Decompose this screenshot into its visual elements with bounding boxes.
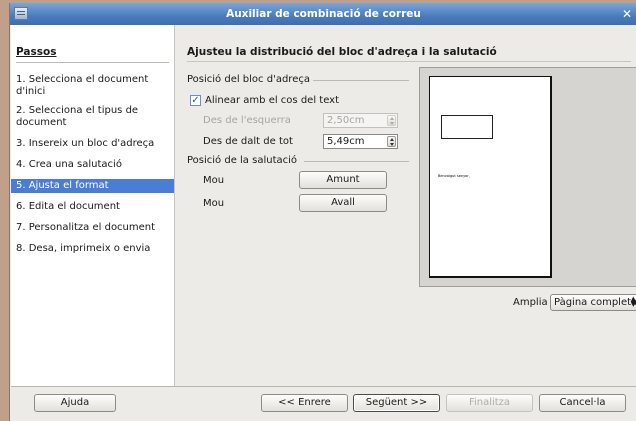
steps-panel: Passos 1. Selecciona el document d'inici… (11, 25, 175, 387)
page-title: Ajusteu la distribució del bloc d'adreça… (187, 46, 497, 58)
salutation-position-group-label: Posició de la salutació (187, 155, 298, 166)
next-button[interactable]: Següent >> (353, 394, 440, 412)
mail-merge-wizard-window: Auxiliar de combinació de correu ✕ Passo… (9, 3, 636, 421)
zoom-value[interactable]: Pàgina completa (554, 297, 636, 308)
step-item-save-print-send[interactable]: 8. Desa, imprimeix o envia (11, 242, 174, 256)
close-icon[interactable]: ✕ (620, 7, 634, 21)
window-title: Auxiliar de combinació de correu (226, 8, 421, 20)
align-with-body-label[interactable]: Alinear amb el cos del text (205, 95, 339, 106)
from-left-label: Des de l'esquerra (203, 115, 291, 126)
title-bar[interactable]: Auxiliar de combinació de correu ✕ (10, 3, 636, 25)
from-left-value: 2,50cm (327, 115, 365, 126)
zoom-select[interactable]: Pàgina completa ▲ ▼ (550, 294, 636, 311)
from-left-spin-arrows (387, 115, 396, 126)
address-position-group-label: Posició del bloc d'adreça (187, 74, 310, 85)
move-down-button[interactable]: Avall (299, 194, 387, 212)
help-button[interactable]: Ajuda (34, 394, 116, 412)
step-item-create-salutation[interactable]: 4. Crea una salutació (11, 158, 174, 172)
preview-salutation: Benvolgut senyor, (438, 174, 470, 178)
from-top-spin-arrows[interactable] (387, 136, 396, 147)
preview-address-block (441, 115, 493, 139)
align-with-body-checkbox[interactable]: ✓ (190, 95, 201, 106)
step-item-personalize-document[interactable]: 7. Personalitza el document (11, 221, 174, 235)
step-item-adjust-layout[interactable]: 5. Ajusta el format (11, 179, 174, 193)
move-up-label: Mou (203, 175, 225, 186)
select-arrows-icon[interactable]: ▲ ▼ (631, 296, 636, 308)
step-item-select-starting-document[interactable]: 1. Selecciona el document d'inici (11, 73, 174, 99)
salutation-group-divider (304, 161, 409, 162)
step-item-insert-address-block[interactable]: 3. Insereix un bloc d'adreça (11, 137, 174, 151)
from-top-value[interactable]: 5,49cm (327, 136, 365, 147)
cancel-button[interactable]: Cancel·la (539, 394, 626, 412)
step-item-edit-document[interactable]: 6. Edita el document (11, 200, 174, 214)
move-down-label: Mou (203, 198, 225, 209)
address-group-divider (313, 80, 409, 81)
finish-button: Finalitza (446, 394, 533, 412)
app-window-icon[interactable] (14, 7, 28, 20)
button-bar-divider (11, 386, 636, 387)
preview-page: Benvolgut senyor, (429, 76, 552, 278)
from-top-label: Des de dalt de tot (203, 136, 293, 147)
zoom-label: Amplia (513, 297, 548, 308)
title-divider (187, 61, 631, 62)
document-preview: Benvolgut senyor, (419, 67, 636, 287)
steps-divider (16, 62, 169, 63)
back-button[interactable]: << Enrere (261, 394, 348, 412)
step-item-select-document-type[interactable]: 2. Selecciona el tipus de document (11, 104, 174, 130)
steps-header: Passos (16, 46, 57, 58)
from-top-spinbox[interactable]: 5,49cm (323, 134, 398, 149)
from-left-spinbox: 2,50cm (323, 113, 398, 128)
move-up-button[interactable]: Amunt (299, 171, 387, 189)
